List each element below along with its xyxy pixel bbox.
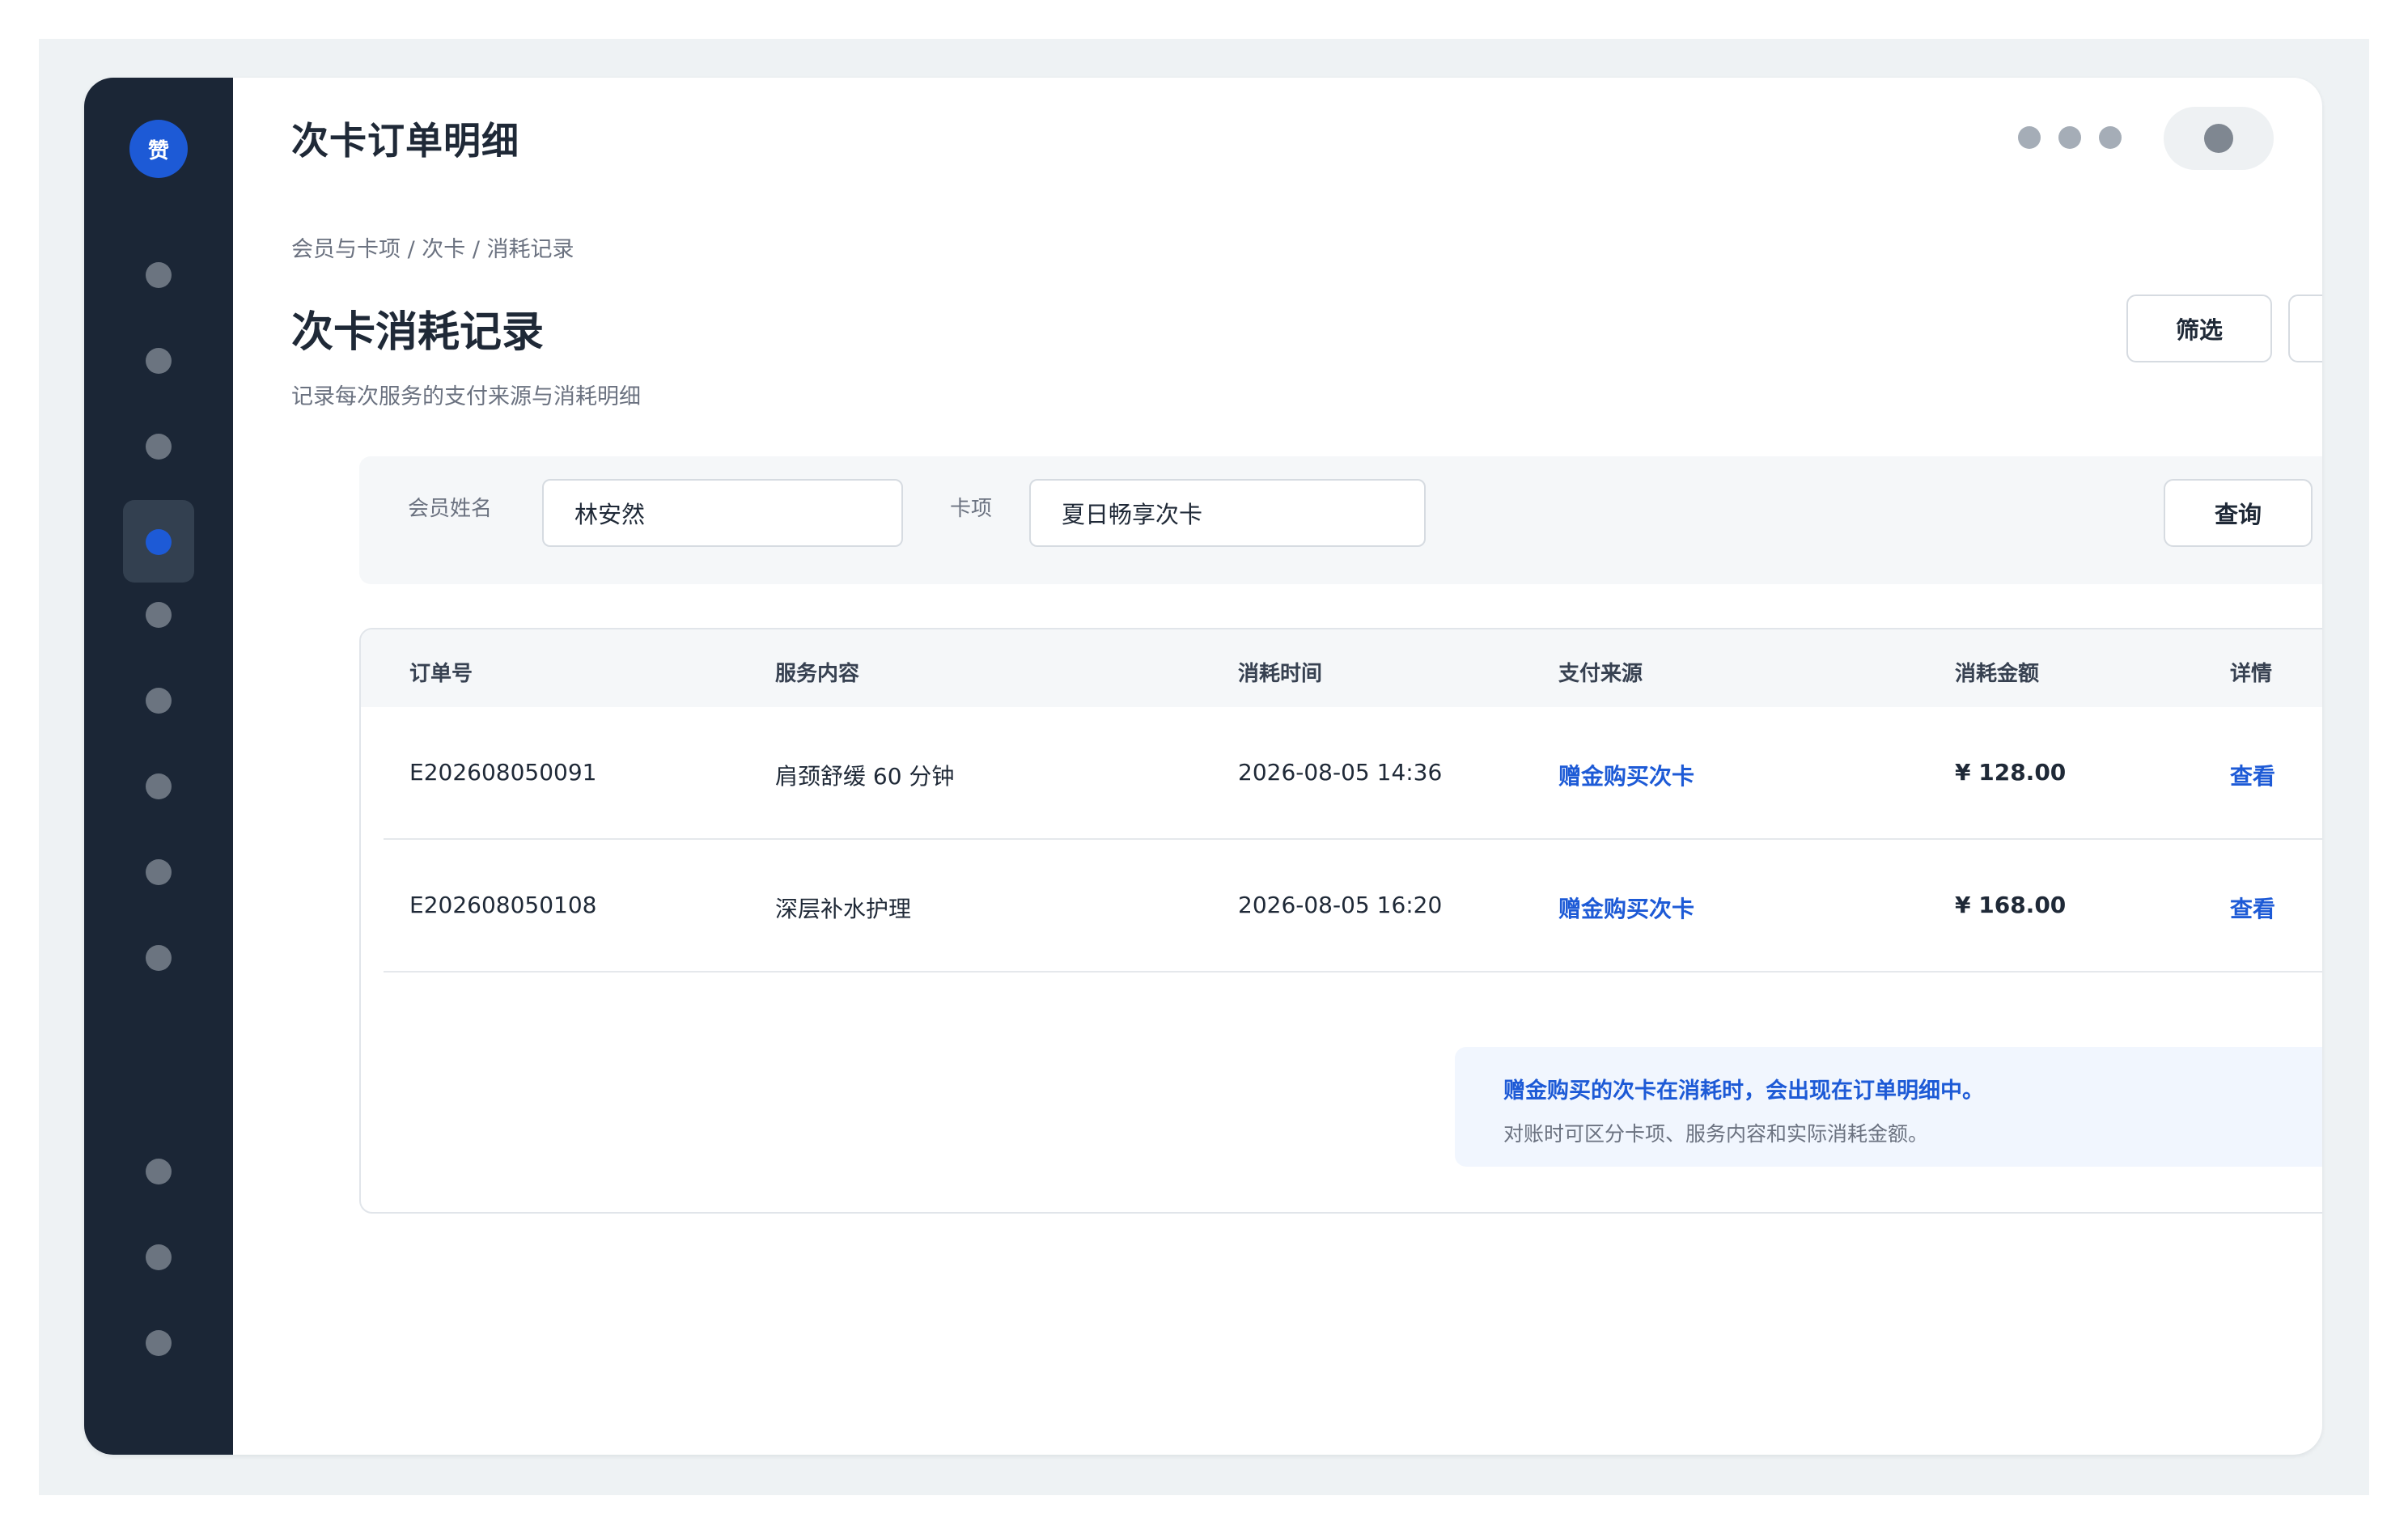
info-note: 赠金购买的次卡在消耗时，会出现在订单明细中。 对账时可区分卡项、服务内容和实际消… xyxy=(1455,1047,2322,1167)
sidebar-item-3-icon[interactable] xyxy=(146,434,172,460)
sidebar-item-4-icon[interactable] xyxy=(146,529,172,555)
filter-bar: 会员姓名 林安然 卡项 夏日畅享次卡 查询 xyxy=(359,456,2322,584)
app-window: 赞 次卡订单明细 会员与卡项 / 次卡 / 消耗记录 次卡消耗记录 记录每次服务… xyxy=(84,78,2322,1455)
brand-logo[interactable]: 赞 xyxy=(129,120,188,178)
order-id: E202608050091 xyxy=(409,759,597,786)
window-dot-icon[interactable] xyxy=(2018,126,2041,149)
section-subtitle: 记录每次服务的支付来源与消耗明细 xyxy=(291,384,641,409)
sidebar-item-2-icon[interactable] xyxy=(146,348,172,374)
view-detail-link[interactable]: 查看 xyxy=(2230,759,2275,791)
consume-amount: ¥ 128.00 xyxy=(1955,759,2067,786)
sidebar-item-5-icon[interactable] xyxy=(146,602,172,628)
sidebar-item-11-icon[interactable] xyxy=(146,1244,172,1270)
main-content: 次卡订单明细 会员与卡项 / 次卡 / 消耗记录 次卡消耗记录 记录每次服务的支… xyxy=(233,78,2322,1455)
orders-table: 订单号 服务内容 消耗时间 支付来源 消耗金额 详情 E202608050091… xyxy=(359,628,2322,1214)
view-detail-link[interactable]: 查看 xyxy=(2230,892,2275,924)
toggle-switch[interactable] xyxy=(2164,107,2274,170)
column-header-time: 消耗时间 xyxy=(1238,662,1323,686)
column-header-source: 支付来源 xyxy=(1558,662,1643,686)
consume-amount: ¥ 168.00 xyxy=(1955,892,2067,918)
sidebar-item-7-icon[interactable] xyxy=(146,773,172,799)
consume-time: 2026-08-05 14:36 xyxy=(1238,759,1443,786)
order-id: E202608050108 xyxy=(409,892,597,918)
payment-source-link[interactable]: 赠金购买次卡 xyxy=(1558,759,1694,791)
window-dot-icon[interactable] xyxy=(2058,126,2081,149)
note-title: 赠金购买的次卡在消耗时，会出现在订单明细中。 xyxy=(1503,1078,1984,1104)
sidebar-item-9-icon[interactable] xyxy=(146,945,172,971)
sidebar-item-10-icon[interactable] xyxy=(146,1159,172,1184)
toggle-knob xyxy=(2204,124,2233,153)
page-title: 次卡订单明细 xyxy=(291,119,519,163)
member-name-input[interactable]: 林安然 xyxy=(542,479,903,547)
consume-time: 2026-08-05 16:20 xyxy=(1238,892,1443,918)
column-header-order-id: 订单号 xyxy=(409,662,473,686)
sidebar-item-8-icon[interactable] xyxy=(146,859,172,885)
payment-source-link[interactable]: 赠金购买次卡 xyxy=(1558,892,1694,924)
card-input[interactable]: 夏日畅享次卡 xyxy=(1029,479,1426,547)
window-dot-icon[interactable] xyxy=(2099,126,2122,149)
sidebar-item-6-icon[interactable] xyxy=(146,688,172,714)
service-content: 深层补水护理 xyxy=(775,896,912,922)
card-label: 卡项 xyxy=(950,497,993,521)
note-text: 对账时可区分卡项、服务内容和实际消耗金额。 xyxy=(1503,1122,1929,1146)
sidebar-item-1-icon[interactable] xyxy=(146,262,172,288)
sidebar: 赞 xyxy=(84,78,233,1455)
column-header-amount: 消耗金额 xyxy=(1955,662,2040,686)
service-content: 肩颈舒缓 60 分钟 xyxy=(775,763,955,790)
table-row: E202608050091 肩颈舒缓 60 分钟 2026-08-05 14:3… xyxy=(384,707,2322,840)
query-button[interactable]: 查询 xyxy=(2164,479,2313,547)
column-header-detail: 详情 xyxy=(2230,662,2273,686)
export-button[interactable]: 导出 xyxy=(2288,295,2322,362)
window-controls xyxy=(2018,126,2122,149)
table-header: 订单号 服务内容 消耗时间 支付来源 消耗金额 详情 xyxy=(361,629,2322,707)
column-header-service: 服务内容 xyxy=(775,662,860,686)
section-title: 次卡消耗记录 xyxy=(291,308,545,357)
sidebar-item-12-icon[interactable] xyxy=(146,1330,172,1356)
filter-button[interactable]: 筛选 xyxy=(2126,295,2272,362)
member-name-label: 会员姓名 xyxy=(408,497,493,521)
breadcrumb: 会员与卡项 / 次卡 / 消耗记录 xyxy=(291,237,574,262)
table-row: E202608050108 深层补水护理 2026-08-05 16:20 赠金… xyxy=(384,840,2322,973)
